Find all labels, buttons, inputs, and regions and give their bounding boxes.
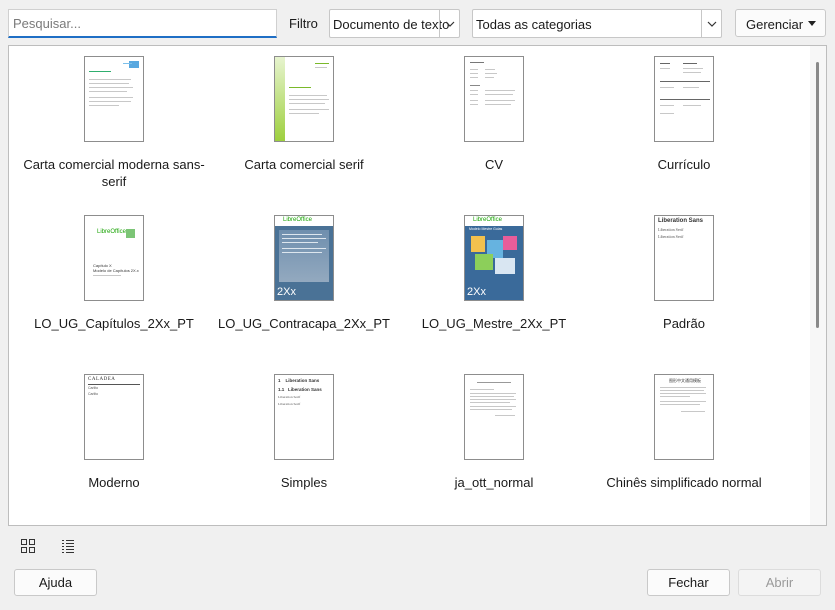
template-thumbnail: LibreOffice Capítulo X Modelo de Capítul…: [84, 215, 144, 301]
template-label: Chinês simplificado normal: [606, 475, 762, 490]
template-item[interactable]: Liberation Sans Liberation Serif Liberat…: [584, 215, 784, 332]
template-label: LO_UG_Capítulos_2Xx_PT: [34, 316, 194, 331]
libreoffice-logo: LibreOffice: [97, 229, 126, 235]
document-type-value: Documento de texto: [333, 17, 450, 32]
search-input[interactable]: [8, 9, 277, 38]
template-item[interactable]: LibreOffice Capítulo X Modelo de Capítul…: [14, 215, 214, 332]
help-button[interactable]: Ajuda: [14, 569, 97, 596]
version-badge: 2Xx: [277, 286, 296, 298]
template-item[interactable]: ja_ott_normal: [394, 374, 594, 491]
template-label: Carta comercial moderna sans-serif: [23, 157, 205, 189]
dropdown-arrow-icon: [808, 21, 816, 26]
grid-view-icon[interactable]: [17, 535, 39, 557]
template-item[interactable]: Carta comercial moderna sans-serif: [14, 56, 214, 190]
template-label: ja_ott_normal: [454, 475, 534, 490]
close-button[interactable]: Fechar: [647, 569, 730, 596]
template-thumbnail: 图形中文通用模板: [654, 374, 714, 460]
category-filter[interactable]: Todas as categorias: [472, 9, 722, 38]
template-label: CV: [484, 157, 504, 172]
libreoffice-logo: LibreOffice: [283, 217, 312, 223]
template-label: Currículo: [657, 157, 711, 172]
template-item[interactable]: 1 Liberation Sans 1.1 Liberation Sans Li…: [204, 374, 404, 491]
template-item[interactable]: Carta comercial serif: [204, 56, 404, 173]
template-label: Padrão: [663, 316, 705, 331]
libreoffice-logo: LibreOffice: [473, 217, 502, 223]
template-thumbnail: [464, 374, 524, 460]
template-item[interactable]: LibreOffice Modelo Mestre Guias 2Xx LO_U…: [394, 215, 594, 332]
template-thumbnail: [274, 56, 334, 142]
template-label: Moderno: [88, 475, 140, 490]
template-thumbnail: LibreOffice Modelo Mestre Guias 2Xx: [464, 215, 524, 301]
template-thumbnail: LibreOffice 2Xx: [274, 215, 334, 301]
chevron-down-icon[interactable]: [439, 10, 459, 37]
manage-button[interactable]: Gerenciar: [735, 9, 826, 37]
template-label: LO_UG_Mestre_2Xx_PT: [421, 316, 567, 331]
template-thumbnail: [464, 56, 524, 142]
template-item[interactable]: 图形中文通用模板 Chinês simplificado normal: [584, 374, 784, 491]
template-thumbnail: CALADEA Carlito Carlito: [84, 374, 144, 460]
template-item[interactable]: CALADEA Carlito Carlito Moderno: [14, 374, 214, 491]
chevron-down-icon[interactable]: [701, 10, 721, 37]
category-value: Todas as categorias: [476, 17, 592, 32]
list-view-icon[interactable]: [57, 535, 79, 557]
template-thumbnail: [84, 56, 144, 142]
template-label: Carta comercial serif: [244, 157, 364, 172]
open-button[interactable]: Abrir: [738, 569, 821, 596]
template-label: LO_UG_Contracapa_2Xx_PT: [218, 316, 390, 331]
filter-label: Filtro: [289, 16, 318, 31]
manage-label: Gerenciar: [746, 17, 804, 32]
document-type-filter[interactable]: Documento de texto: [329, 9, 460, 38]
template-thumbnail: Liberation Sans Liberation Serif Liberat…: [654, 215, 714, 301]
template-item[interactable]: CV: [394, 56, 594, 173]
template-thumbnail: [654, 56, 714, 142]
template-label: Simples: [280, 475, 328, 490]
scrollbar-thumb[interactable]: [816, 62, 819, 328]
template-item[interactable]: LibreOffice 2Xx LO_UG_Contracapa_2Xx_PT: [204, 215, 404, 332]
template-item[interactable]: Currículo: [584, 56, 784, 173]
version-badge: 2Xx: [467, 286, 486, 298]
template-thumbnail: 1 Liberation Sans 1.1 Liberation Sans Li…: [274, 374, 334, 460]
